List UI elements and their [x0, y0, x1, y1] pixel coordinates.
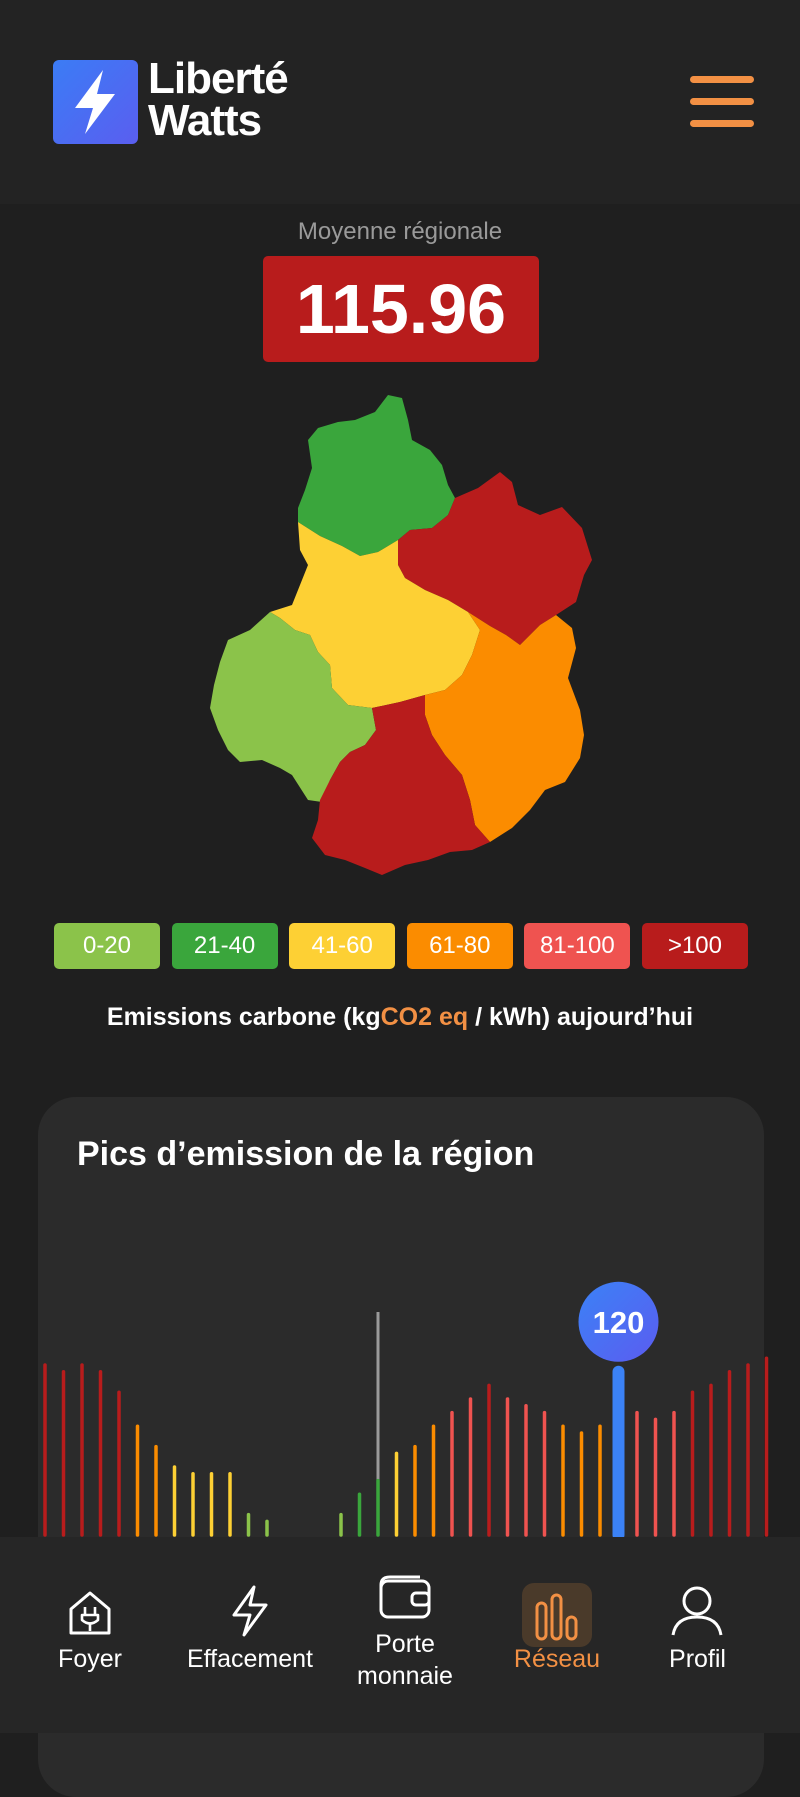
lightning-icon	[232, 1585, 268, 1637]
nav-label-effacement: Effacement	[186, 1645, 313, 1673]
selected-value-label: 120	[593, 1305, 645, 1340]
caption-part2: / kWh) aujourd’hui	[468, 1003, 694, 1031]
nav-label-monnaie: monnaie	[357, 1662, 453, 1690]
lightning-bolt-icon	[75, 70, 115, 134]
regional-average-label: Moyenne régionale	[297, 218, 503, 245]
regional-average-value: 115.96	[263, 256, 539, 362]
legend-item-61-80: 61-80	[406, 923, 513, 969]
house-plug-icon	[69, 1591, 111, 1635]
brand-line-1: Liberté	[148, 54, 289, 103]
caption-unit-highlight: CO2 eq	[380, 1003, 469, 1031]
emission-caption: Emissions carbone (kgCO2 eq / kWh) aujou…	[0, 1003, 800, 1032]
caption-part1: Emissions carbone (kg	[106, 1003, 381, 1031]
card-title: Pics d’emission de la région	[77, 1135, 535, 1173]
region-map	[210, 395, 592, 875]
legend-item-0-20: 0-20	[54, 923, 160, 969]
nav-item-porte-monnaie[interactable]: Porte monnaie	[340, 1537, 470, 1733]
brand-line-2: Watts	[148, 96, 262, 145]
nav-label-foyer: Foyer	[58, 1645, 122, 1673]
legend-item-over-100: >100	[641, 923, 748, 969]
bar-chart-icon	[535, 1593, 578, 1641]
nav-item-effacement[interactable]: Effacement	[170, 1537, 330, 1733]
legend-item-41-60: 41-60	[289, 923, 396, 969]
emission-bar-chart: 120	[43, 1281, 769, 1540]
emission-legend: 0-20 21-40 41-60 61-80 81-100 >100	[54, 923, 748, 969]
app-header: Liberté Watts	[0, 0, 800, 204]
wallet-icon	[379, 1575, 431, 1619]
nav-item-reseau[interactable]: Réseau	[497, 1537, 617, 1733]
brand-name: Liberté Watts	[148, 54, 289, 145]
logo	[53, 60, 138, 144]
nav-label-profil: Profil	[669, 1645, 726, 1673]
legend-item-21-40: 21-40	[171, 923, 278, 969]
user-icon	[671, 1586, 723, 1636]
menu-button[interactable]	[690, 76, 754, 128]
nav-label-reseau: Réseau	[513, 1645, 601, 1673]
hamburger-menu-icon	[690, 76, 754, 83]
nav-item-foyer[interactable]: Foyer	[40, 1537, 140, 1733]
nav-label-porte: Porte	[375, 1630, 435, 1658]
nav-item-profil[interactable]: Profil	[645, 1537, 750, 1733]
legend-item-81-100: 81-100	[524, 923, 631, 969]
